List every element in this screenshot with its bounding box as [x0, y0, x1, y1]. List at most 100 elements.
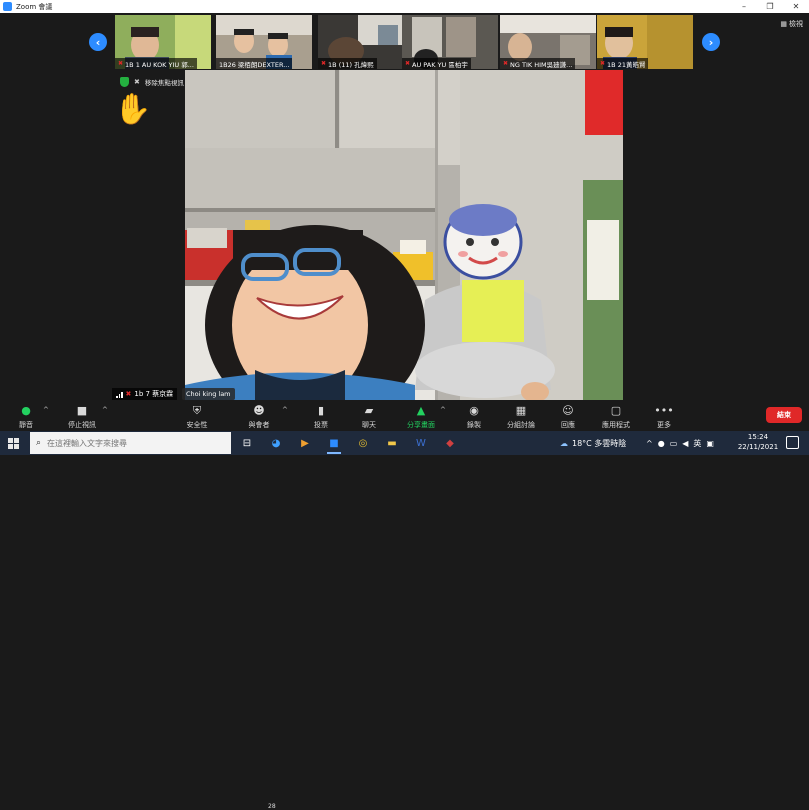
mute-button[interactable]: ● 靜音 [4, 403, 48, 430]
speaker-name-tag: ✖ 1b 7 蔡京霖 [112, 388, 178, 400]
stop-video-button[interactable]: ■ 停止視訊 [60, 403, 104, 430]
main-video [185, 70, 623, 400]
breakout-rooms-button[interactable]: ▦ 分組討論 [499, 403, 543, 430]
start-button[interactable] [4, 431, 22, 455]
encryption-shield-icon[interactable] [120, 77, 129, 87]
connection-bars-icon [116, 391, 123, 398]
participant-strip: ‹ ✖ 1B 1 AU KOK YIU 郭... 1B26 梁栢朗DEXTER.… [0, 13, 809, 70]
muted-mic-icon: ✖ [405, 60, 411, 67]
edge-icon[interactable]: ◕ [266, 434, 286, 452]
task-view-icon[interactable]: ⊟ [237, 434, 257, 452]
title-bar: Zoom 會議 – ❐ ✕ [0, 0, 809, 13]
more-button[interactable]: ••• 更多 [642, 403, 686, 430]
zoom-window: Zoom 會議 – ❐ ✕ ‹ ✖ 1B 1 AU KOK YIU 郭... 1… [0, 0, 809, 810]
search-icon: ⌕ [36, 438, 42, 448]
clock-date: 22/11/2021 [737, 443, 779, 451]
more-dots-icon: ••• [654, 404, 674, 417]
security-button[interactable]: ⛨ 安全性 [175, 403, 219, 430]
speaker-video-scene [185, 70, 623, 400]
keyboard-icon[interactable]: ▣ [706, 439, 714, 448]
participants-count: 28 [268, 803, 276, 810]
participant-thumb[interactable]: ✖ 1B 21黃皓賢 [597, 15, 693, 69]
view-label: 檢視 [789, 20, 803, 28]
tray-expand-icon[interactable]: ^ [646, 439, 653, 448]
participant-thumb[interactable]: ✖ 1B (11) 孔煒熙 [318, 15, 414, 69]
taskbar-search[interactable]: ⌕ [30, 432, 231, 454]
chrome-icon[interactable]: ◎ [353, 434, 373, 452]
video-options-caret[interactable]: ^ [102, 406, 108, 414]
microphone-icon: ● [21, 404, 31, 417]
speaker-name: 1b 7 蔡京霖 [134, 390, 174, 398]
apps-button[interactable]: ▢ 應用程式 [594, 403, 638, 430]
pin-icon: ✖ [134, 78, 140, 86]
chat-button[interactable]: ▰ 聊天 [347, 403, 391, 430]
participant-thumb[interactable]: ✖ AU PAK YU 區柏宇 [402, 15, 498, 69]
microphone-tray-icon[interactable]: ● [658, 439, 665, 448]
participant-thumb[interactable]: ✖ NG TIK HIM吳廸謙... [500, 15, 596, 69]
app-icon[interactable]: ◆ [440, 434, 460, 452]
participants-button[interactable]: ☻ 與會者 [237, 403, 281, 430]
muted-mic-icon: ✖ [600, 60, 606, 67]
muted-mic-icon: ✖ [118, 60, 124, 67]
polls-button[interactable]: ▮ 投票 [299, 403, 343, 430]
clock-time: 15:24 [747, 433, 769, 441]
record-icon: ◉ [469, 404, 479, 417]
ime-indicator[interactable]: 英 [693, 438, 701, 449]
file-explorer-icon[interactable]: ▬ [382, 434, 402, 452]
share-screen-button[interactable]: ▲ 分享畫面 [399, 403, 443, 430]
volume-icon[interactable]: ◀ [682, 439, 688, 448]
meeting-toolbar: ● 靜音 ^ ■ 停止視訊 ^ ⛨ 安全性 ☻ 與會者 28 ^ ▮ 投票 ▰ … [0, 400, 809, 810]
system-tray: ^ ● ▭ ◀ 英 ▣ [646, 431, 714, 455]
raised-hand-icon: ✋ [114, 92, 152, 127]
participant-thumb[interactable]: ✖ 1B 1 AU KOK YIU 郭... [115, 15, 211, 69]
speaker-hover-name: Choi king lam [182, 388, 235, 400]
participants-icon: ☻ [253, 404, 265, 417]
video-camera-icon: ■ [76, 404, 88, 417]
view-button[interactable]: ▦ 檢視 [780, 19, 803, 29]
participant-name: AU PAK YU 區柏宇 [412, 60, 468, 69]
audio-options-caret[interactable]: ^ [43, 406, 49, 414]
windows-logo-icon [7, 437, 19, 449]
zoom-app-icon [3, 2, 12, 11]
participant-name: 1B 21黃皓賢 [607, 60, 646, 69]
network-icon[interactable]: ▭ [670, 439, 678, 448]
participant-name: 1B 1 AU KOK YIU 郭... [125, 60, 194, 69]
next-page-button[interactable]: › [702, 33, 720, 51]
media-player-icon[interactable]: ▶ [295, 434, 315, 452]
minimize-button[interactable]: – [731, 0, 757, 13]
muted-mic-icon: ✖ [321, 60, 327, 67]
taskbar-clock[interactable]: 15:24 22/11/2021 [736, 432, 780, 452]
chat-bubble-icon: ▰ [364, 404, 374, 417]
meeting-info-row: ✖ 移除焦點視訊 [120, 77, 184, 87]
reaction-smiley-icon: ☺ [562, 404, 574, 417]
muted-mic-icon: ✖ [125, 390, 132, 398]
record-button[interactable]: ◉ 錄製 [452, 403, 496, 430]
prev-page-button[interactable]: ‹ [89, 33, 107, 51]
participant-thumb[interactable]: 1B26 梁栢朗DEXTER... [216, 15, 312, 69]
participant-name: NG TIK HIM吳廸謙... [510, 60, 573, 69]
word-icon[interactable]: W [411, 434, 431, 452]
reactions-button[interactable]: ☺ 回應 [546, 403, 590, 430]
search-input[interactable] [47, 438, 218, 448]
share-screen-icon: ▲ [416, 404, 426, 417]
participant-name: 1B (11) 孔煒熙 [328, 60, 374, 69]
maximize-button[interactable]: ❐ [757, 0, 783, 13]
share-options-caret[interactable]: ^ [440, 406, 446, 414]
participant-name: 1B26 梁栢朗DEXTER... [219, 60, 290, 69]
weather-widget[interactable]: ☁ 18°C 多雲時陰 [560, 431, 626, 455]
poll-chart-icon: ▮ [317, 404, 325, 417]
breakout-rooms-icon: ▦ [515, 404, 527, 417]
notification-center-icon[interactable] [786, 436, 799, 449]
window-title: Zoom 會議 [16, 2, 53, 11]
remove-spotlight-label[interactable]: 移除焦點視訊 [145, 77, 184, 87]
apps-icon: ▢ [610, 404, 622, 417]
end-meeting-button[interactable]: 結束 [766, 407, 802, 423]
muted-mic-icon: ✖ [503, 60, 509, 67]
zoom-taskbar-icon[interactable]: ■ [324, 434, 344, 454]
cloud-weather-icon: ☁ [560, 438, 568, 448]
grid-icon: ▦ [780, 20, 787, 28]
close-button[interactable]: ✕ [783, 0, 809, 13]
weather-text: 18°C 多雲時陰 [572, 438, 627, 448]
participants-options-caret[interactable]: ^ [282, 406, 288, 414]
security-shield-icon: ⛨ [192, 403, 202, 417]
